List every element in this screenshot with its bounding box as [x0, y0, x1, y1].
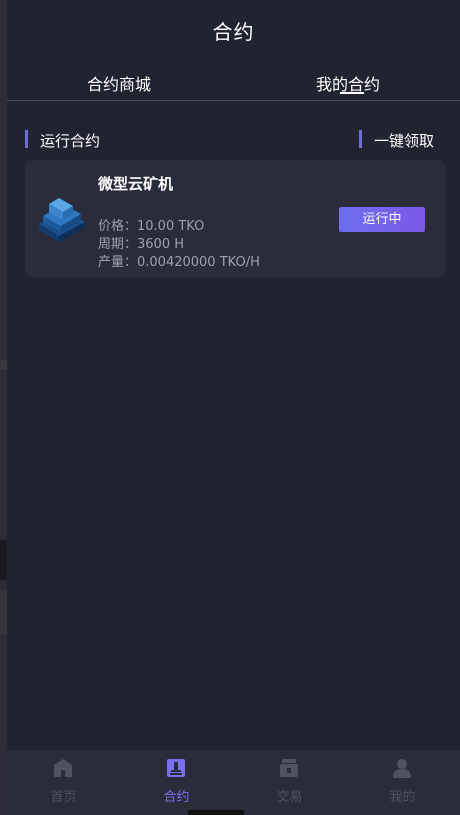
user-icon — [393, 759, 411, 778]
nav-label-trade: 交易 — [276, 790, 303, 805]
nav-item-mine[interactable]: 我的 — [346, 750, 459, 815]
backdrop-block — [0, 360, 7, 370]
contract-card[interactable]: 微型云矿机 价格：10.00 TKO 周期：3600 H 产量：0.004200… — [25, 160, 445, 277]
nav-label-mine: 我的 — [389, 790, 416, 805]
nav-item-home[interactable]: 首页 — [7, 750, 120, 815]
contract-price: 价格：10.00 TKO — [98, 219, 205, 234]
active-tab-indicator — [340, 92, 364, 94]
contract-icon — [167, 759, 185, 777]
contract-name: 微型云矿机 — [98, 175, 174, 193]
contract-output: 产量：0.00420000 TKO/H — [98, 255, 260, 270]
section-accent-bar — [25, 130, 28, 148]
claim-all-button[interactable]: 一键领取 — [359, 129, 443, 151]
claim-all-label: 一键领取 — [374, 132, 435, 150]
nav-label-home: 首页 — [50, 790, 77, 805]
mining-machine-icon — [39, 198, 85, 242]
nav-item-trade[interactable]: 交易 — [233, 750, 346, 815]
header: 合约 合约商城 我的合约 — [7, 0, 460, 101]
status-running-button[interactable]: 运行中 — [339, 207, 425, 232]
backdrop-block — [0, 540, 7, 580]
nav-label-contract: 合约 — [163, 790, 190, 805]
backdrop — [0, 0, 7, 815]
nav-item-contract[interactable]: 合约 — [120, 750, 233, 815]
page-title: 合约 — [212, 20, 255, 44]
app-screen: 合约 合约商城 我的合约 运行合约 一键领取 微型云矿机 价格：10.00 TK… — [7, 0, 460, 815]
section-title: 运行合约 — [40, 132, 101, 150]
home-icon — [54, 759, 72, 777]
bottom-nav: 首页 合约 交易 我的 — [7, 750, 460, 815]
claim-accent-bar — [359, 130, 362, 148]
contract-period: 周期：3600 H — [98, 237, 184, 252]
section-header: 运行合约 一键领取 — [25, 129, 443, 151]
backdrop-block — [0, 590, 7, 635]
home-indicator — [188, 810, 244, 815]
tab-contract-market[interactable]: 合约商城 — [87, 71, 151, 95]
trade-icon — [280, 759, 298, 777]
